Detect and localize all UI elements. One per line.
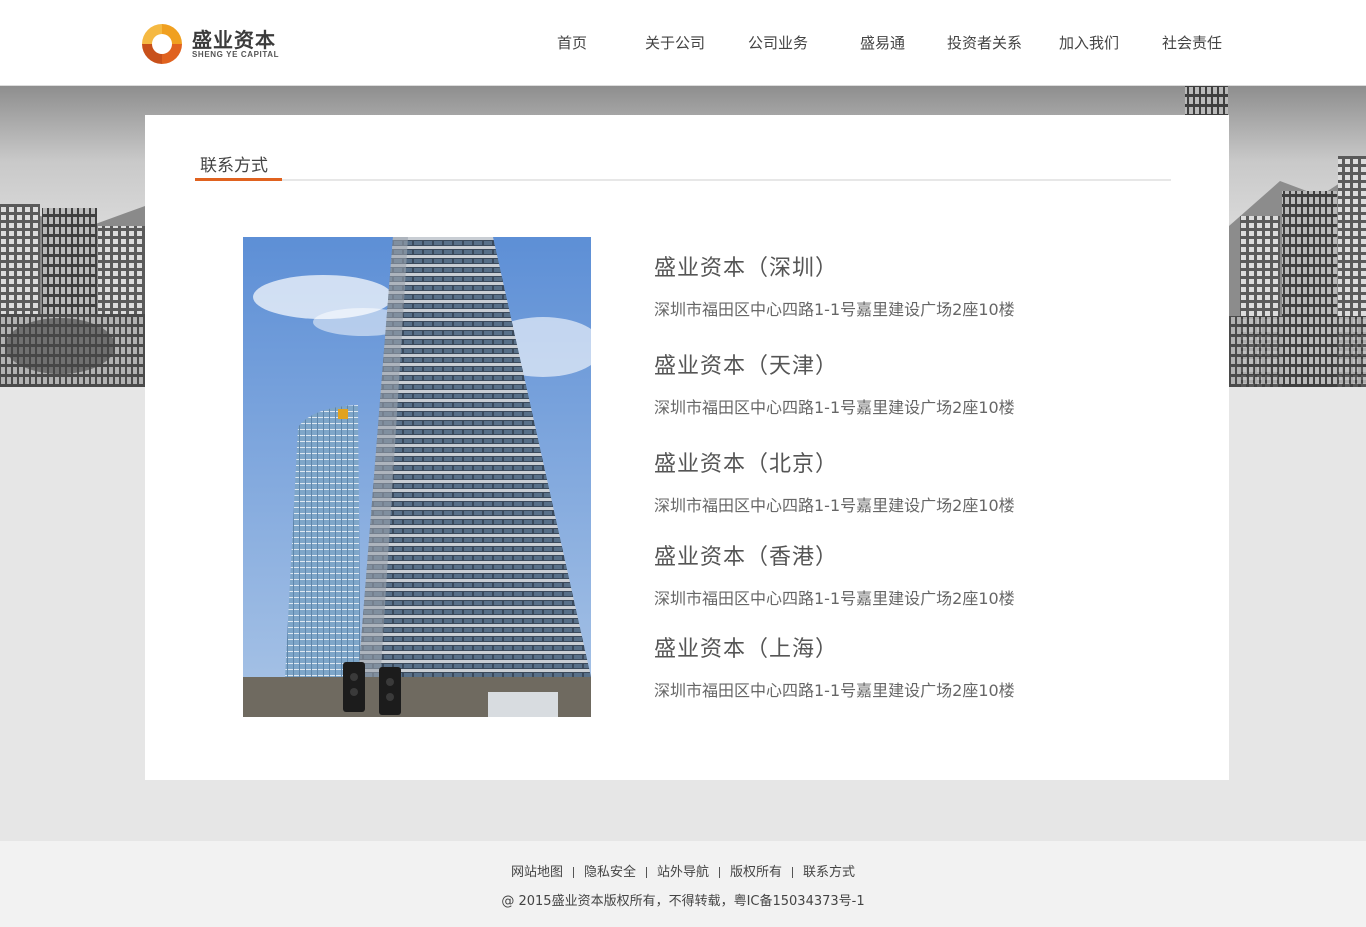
section-title: 联系方式: [200, 156, 268, 176]
nav-item-social[interactable]: 社会责任: [1162, 32, 1222, 53]
nav-item-business[interactable]: 公司业务: [748, 32, 808, 53]
office-address: 深圳市福田区中心四路1-1号嘉里建设广场2座10楼: [654, 496, 1015, 515]
office-name: 盛业资本（天津）: [654, 354, 839, 379]
nav-item-careers[interactable]: 加入我们: [1059, 32, 1119, 53]
footer-link-copyright[interactable]: 版权所有: [720, 861, 792, 880]
brand-name: 盛业资本: [192, 28, 276, 52]
copyright-text: @ 2015盛业资本版权所有，不得转载，粤IC备15034373号-1: [501, 894, 865, 909]
nav-item-shengyitong[interactable]: 盛易通: [860, 32, 905, 53]
nav-item-investors[interactable]: 投资者关系: [947, 32, 1022, 53]
nav-item-home[interactable]: 首页: [557, 32, 587, 53]
office-address: 深圳市福田区中心四路1-1号嘉里建设广场2座10楼: [654, 300, 1015, 319]
office-address: 深圳市福田区中心四路1-1号嘉里建设广场2座10楼: [654, 589, 1015, 608]
office-address: 深圳市福田区中心四路1-1号嘉里建设广场2座10楼: [654, 681, 1015, 700]
site-footer: 网站地图 隐私安全 站外导航 版权所有 联系方式 @ 2015盛业资本版权所有，不得转载…: [0, 841, 1366, 927]
office-name: 盛业资本（北京）: [654, 452, 839, 477]
logo-mark-icon: [142, 24, 182, 64]
contact-card: 联系方式 盛业资本（深圳） 深圳市福田区中心四路1-1号嘉里建设广场2座10楼 …: [145, 115, 1229, 780]
footer-link-privacy[interactable]: 隐私安全: [574, 861, 646, 880]
brand-logo[interactable]: 盛业资本 SHENG YE CAPITAL: [138, 18, 288, 68]
footer-links: 网站地图 隐私安全 站外导航 版权所有 联系方式: [0, 861, 1366, 880]
nav-item-about[interactable]: 关于公司: [645, 32, 705, 53]
title-divider: [195, 179, 1171, 181]
footer-link-external-nav[interactable]: 站外导航: [647, 861, 719, 880]
title-accent-bar: [195, 178, 282, 181]
brand-subtitle: SHENG YE CAPITAL: [192, 50, 280, 59]
footer-link-sitemap[interactable]: 网站地图: [501, 861, 573, 880]
office-building-photo: [243, 237, 591, 717]
office-name: 盛业资本（深圳）: [654, 256, 839, 281]
site-header: 盛业资本 SHENG YE CAPITAL 首页 关于公司 公司业务 盛易通 投…: [0, 0, 1366, 86]
office-address: 深圳市福田区中心四路1-1号嘉里建设广场2座10楼: [654, 398, 1015, 417]
footer-link-contact[interactable]: 联系方式: [793, 861, 865, 880]
office-name: 盛业资本（香港）: [654, 545, 839, 570]
office-name: 盛业资本（上海）: [654, 637, 839, 662]
